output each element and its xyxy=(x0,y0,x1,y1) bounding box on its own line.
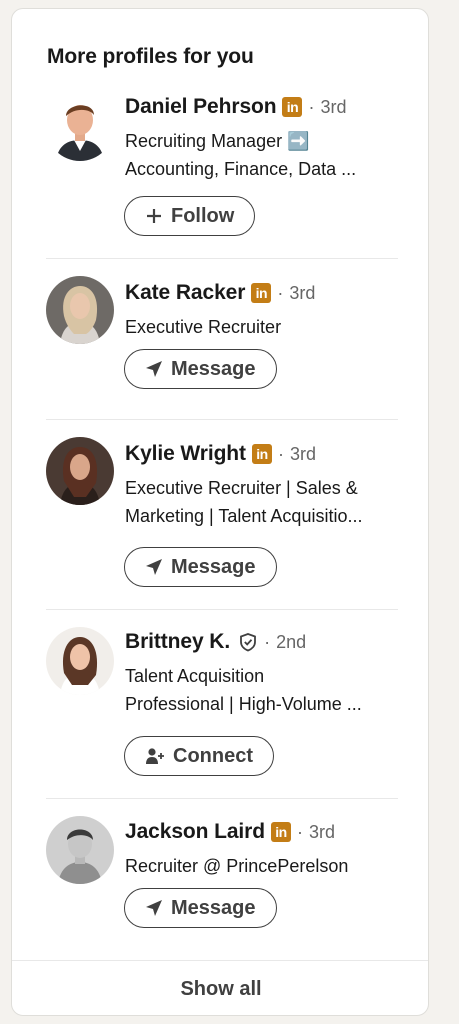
profile-name[interactable]: Jackson Laird xyxy=(125,820,265,844)
connection-degree: 3rd xyxy=(289,443,316,464)
avatar[interactable] xyxy=(46,93,114,161)
message-button[interactable]: Message xyxy=(124,349,277,389)
profile-name[interactable]: Brittney K. xyxy=(125,630,230,654)
separator-dot: · xyxy=(277,282,284,303)
profile-name[interactable]: Kylie Wright xyxy=(125,442,246,466)
connect-button-label: Connect xyxy=(173,744,253,767)
avatar[interactable] xyxy=(46,627,114,695)
linkedin-premium-icon: in xyxy=(251,283,272,303)
send-icon xyxy=(145,558,163,576)
message-button[interactable]: Message xyxy=(124,888,277,928)
profile-headline: Recruiting Manager ➡️ Accounting, Financ… xyxy=(125,127,395,183)
name-line: Brittney K. · 2nd xyxy=(125,628,306,656)
connect-button[interactable]: Connect xyxy=(124,736,274,776)
linkedin-premium-icon: in xyxy=(282,97,303,117)
message-button-label: Message xyxy=(171,555,256,578)
headline-line-2: Professional | High-Volume ... xyxy=(125,694,362,714)
separator-dot: · xyxy=(264,631,271,652)
profile-headline: Talent Acquisition Professional | High-V… xyxy=(125,662,395,718)
verified-shield-icon xyxy=(238,632,258,652)
divider xyxy=(46,419,398,420)
message-button-label: Message xyxy=(171,357,256,380)
connection-degree: 2nd xyxy=(276,631,307,652)
profile-headline: Executive Recruiter | Sales & Marketing … xyxy=(125,474,395,530)
divider xyxy=(46,609,398,610)
connection-degree: 3rd xyxy=(320,96,347,117)
headline-line-1: Recruiter @ PrincePerelson xyxy=(125,856,349,876)
plus-icon xyxy=(145,207,163,225)
profile-name[interactable]: Kate Racker xyxy=(125,281,245,305)
profile-name[interactable]: Daniel Pehrson xyxy=(125,95,277,119)
add-person-icon xyxy=(145,747,165,765)
headline-line-2: Accounting, Finance, Data ... xyxy=(125,159,357,179)
message-button[interactable]: Message xyxy=(124,547,277,587)
headline-line-1: Executive Recruiter | Sales & xyxy=(125,478,358,498)
avatar[interactable] xyxy=(46,816,114,884)
avatar[interactable] xyxy=(46,276,114,344)
send-icon xyxy=(145,360,163,378)
avatar[interactable] xyxy=(46,437,114,505)
connection-degree: 3rd xyxy=(289,282,316,303)
divider xyxy=(46,258,398,259)
name-line: Kylie Wright in · 3rd xyxy=(125,440,316,468)
more-profiles-card: More profiles for you Daniel Pehrson in … xyxy=(11,8,429,1016)
headline-line-1: Executive Recruiter xyxy=(125,317,282,337)
profile-headline: Executive Recruiter xyxy=(125,313,395,341)
headline-line-1: Recruiting Manager ➡️ xyxy=(125,131,310,151)
separator-dot: · xyxy=(308,96,315,117)
linkedin-premium-icon: in xyxy=(270,822,291,842)
show-all-button[interactable]: Show all xyxy=(12,961,428,1015)
follow-button[interactable]: Follow xyxy=(124,196,256,236)
send-icon xyxy=(145,899,163,917)
linkedin-premium-icon: in xyxy=(251,444,272,464)
name-line: Jackson Laird in · 3rd xyxy=(125,818,335,846)
separator-dot: · xyxy=(277,443,284,464)
name-line: Kate Racker in · 3rd xyxy=(125,279,315,307)
separator-dot: · xyxy=(296,821,303,842)
divider xyxy=(46,798,398,799)
headline-line-2: Marketing | Talent Acquisitio... xyxy=(125,506,363,526)
connection-degree: 3rd xyxy=(308,821,335,842)
card-title: More profiles for you xyxy=(47,45,254,68)
name-line: Daniel Pehrson in · 3rd xyxy=(125,93,347,121)
headline-line-1: Talent Acquisition xyxy=(125,666,265,686)
follow-button-label: Follow xyxy=(171,204,235,227)
message-button-label: Message xyxy=(171,896,256,919)
profile-headline: Recruiter @ PrincePerelson xyxy=(125,852,395,880)
